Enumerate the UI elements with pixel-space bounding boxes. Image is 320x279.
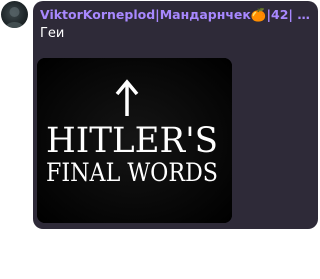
media-title-line-2: FINAL WORDS [46, 158, 218, 187]
media-image[interactable]: HITLER'S FINAL WORDS [37, 58, 232, 223]
media-title-line-1: HITLER'S [46, 121, 218, 161]
avatar-figure-icon [5, 7, 24, 28]
author-name[interactable]: ViktorKorneplod|Мандарнчек🍊|42| #мя... [40, 6, 316, 24]
avatar[interactable] [1, 1, 28, 28]
message-text: Геи [40, 26, 65, 41]
chat-message: ViktorKorneplod|Мандарнчек🍊|42| #мя... Г… [0, 0, 320, 279]
